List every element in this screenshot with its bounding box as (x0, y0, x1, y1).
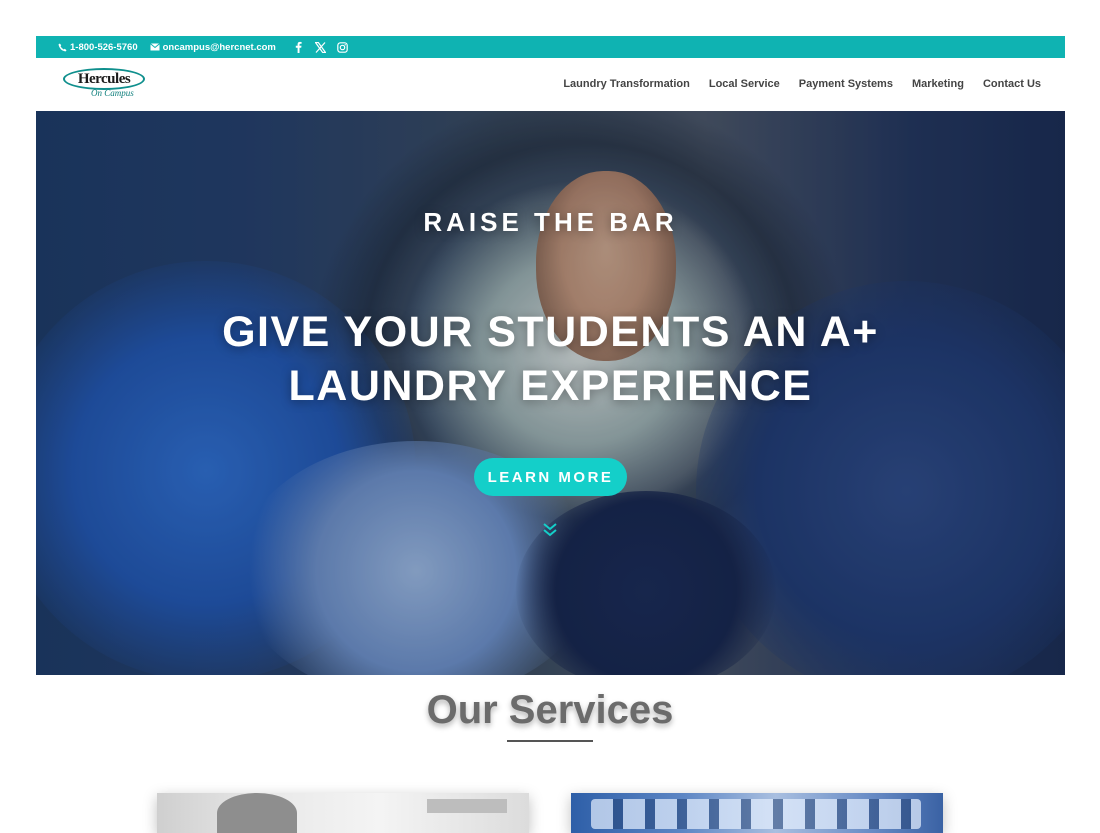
services-heading: Our Services (426, 688, 674, 732)
nav-item-marketing[interactable]: Marketing (912, 78, 964, 90)
top-contact-bar: 1-800-526-5760 oncampus@hercnet.com (36, 36, 1065, 58)
logo-tagline: On Campus (91, 88, 134, 98)
service-card-image[interactable] (571, 793, 943, 833)
email-link[interactable]: oncampus@hercnet.com (149, 41, 276, 53)
service-card-image[interactable] (157, 793, 529, 833)
nav-item-laundry-transformation[interactable]: Laundry Transformation (563, 78, 690, 90)
social-links (292, 40, 350, 54)
learn-more-button[interactable]: LEARN MORE (474, 458, 627, 496)
hero-headline-line1: GIVE YOUR STUDENTS AN A+ (222, 308, 879, 356)
nav-item-local-service[interactable]: Local Service (709, 78, 780, 90)
hero-headline-line2: LAUNDRY EXPERIENCE (288, 362, 813, 410)
x-icon[interactable] (314, 40, 328, 54)
heading-divider (507, 740, 593, 742)
phone-icon (58, 42, 67, 52)
hero-banner: RAISE THE BAR GIVE YOUR STUDENTS AN A+ L… (36, 111, 1065, 675)
envelope-icon (149, 43, 160, 51)
instagram-icon[interactable] (336, 40, 350, 54)
facebook-icon[interactable] (292, 40, 306, 54)
hero-headline: GIVE YOUR STUDENTS AN A+ LAUNDRY EXPERIE… (36, 305, 1065, 413)
logo-wordmark: Hercules (77, 70, 131, 87)
site-header: Hercules On Campus Laundry Transformatio… (36, 58, 1065, 111)
nav-item-contact-us[interactable]: Contact Us (983, 78, 1041, 90)
hero-kicker: RAISE THE BAR (423, 207, 678, 237)
logo-badge: Hercules (63, 68, 145, 90)
main-nav: Laundry Transformation Local Service Pay… (563, 78, 1041, 90)
email-address: oncampus@hercnet.com (162, 41, 276, 53)
phone-link[interactable]: 1-800-526-5760 (58, 42, 138, 53)
site-logo[interactable]: Hercules On Campus (63, 68, 145, 102)
chevron-down-icon[interactable] (541, 521, 559, 539)
nav-item-payment-systems[interactable]: Payment Systems (799, 78, 893, 90)
phone-number: 1-800-526-5760 (70, 41, 138, 53)
